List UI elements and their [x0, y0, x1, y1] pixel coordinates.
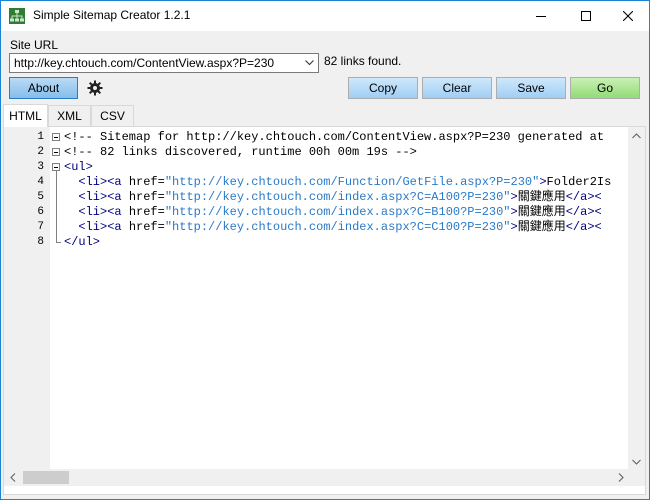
code-token-comment: <!-- Sitemap for http://key.chtouch.com/… [64, 130, 605, 144]
vertical-scrollbar[interactable] [628, 127, 645, 470]
code-token-str: "http://key.chtouch.com/index.aspx?C=C10… [164, 220, 511, 234]
maximize-button[interactable] [566, 1, 606, 31]
line-number: 8 [37, 236, 44, 248]
code-token-text: 關鍵應用 [517, 205, 566, 219]
scroll-down-icon[interactable] [628, 453, 645, 470]
code-token-tag: </ul> [64, 235, 101, 249]
go-button[interactable]: Go [570, 77, 640, 99]
minimize-icon [536, 16, 546, 17]
line-number-gutter: 1 2 3 4 5 6 7 8 [4, 127, 50, 470]
line-number: 1 [37, 131, 44, 143]
code-token-tag: <ul> [64, 160, 93, 174]
fold-end-marker [56, 242, 61, 243]
clear-button[interactable]: Clear [422, 77, 492, 99]
line-number: 3 [37, 161, 44, 173]
scroll-right-icon[interactable] [612, 469, 629, 486]
code-token-tag: <li><a [78, 175, 129, 189]
chevron-down-icon[interactable] [300, 54, 318, 72]
save-button[interactable]: Save [496, 77, 566, 99]
horizontal-scroll-thumb[interactable] [23, 471, 69, 484]
code-token-tag: > [510, 190, 518, 204]
code-token-str: "http://key.chtouch.com/Function/GetFile… [164, 175, 540, 189]
code-editor[interactable]: 1 2 3 4 5 6 7 8 <!-- Sitemap for http://key.cht… [3, 126, 646, 495]
code-token-attr: href= [128, 175, 165, 189]
fold-collapse-icon[interactable] [52, 148, 60, 156]
code-line: <li><a href="http://key.chtouch.com/inde… [64, 190, 602, 205]
scrollbar-corner [628, 469, 645, 486]
horizontal-scrollbar[interactable] [4, 469, 629, 486]
scroll-up-icon[interactable] [628, 127, 645, 144]
code-token-attr: href= [128, 205, 165, 219]
scroll-left-icon[interactable] [4, 469, 21, 486]
code-line: <li><a href="http://key.chtouch.com/inde… [64, 220, 602, 235]
code-token-text: Folder2Is [546, 175, 612, 189]
fold-collapse-icon[interactable] [52, 163, 60, 171]
site-url-value[interactable]: http://key.chtouch.com/ContentView.aspx?… [14, 56, 274, 70]
app-window: Simple Sitemap Creator 1.2.1 Site URL ht… [0, 0, 650, 500]
line-number: 2 [37, 146, 44, 158]
code-line: </ul> [64, 235, 100, 250]
site-url-label: Site URL [10, 38, 59, 52]
code-token-text: 關鍵應用 [517, 190, 566, 204]
fold-collapse-icon[interactable] [52, 133, 60, 141]
code-token-tag: > [510, 220, 518, 234]
code-token-tag: <li><a [78, 190, 129, 204]
copy-button[interactable]: Copy [348, 77, 418, 99]
code-token-tag: > [510, 205, 518, 219]
minimize-button[interactable] [521, 1, 561, 31]
line-number: 4 [37, 176, 44, 188]
about-button[interactable]: About [9, 77, 78, 99]
code-line: <li><a href="http://key.chtouch.com/inde… [64, 205, 602, 220]
code-text-area[interactable]: <!-- Sitemap for http://key.chtouch.com/… [62, 127, 629, 470]
code-token-text: 關鍵應用 [517, 220, 566, 234]
code-token-str: "http://key.chtouch.com/index.aspx?C=B10… [164, 205, 511, 219]
code-token-tag: <li><a [78, 205, 129, 219]
gear-icon[interactable] [86, 79, 104, 97]
maximize-icon [581, 11, 591, 21]
code-token-tag: </a>< [565, 220, 602, 234]
code-token-attr: href= [128, 220, 165, 234]
tab-csv[interactable]: CSV [91, 105, 134, 126]
site-url-input[interactable]: http://key.chtouch.com/ContentView.aspx?… [9, 53, 319, 73]
code-token-tag: </a>< [565, 205, 602, 219]
code-token-attr: href= [128, 190, 165, 204]
code-line: <!-- Sitemap for http://key.chtouch.com/… [64, 130, 604, 145]
code-line: <li><a href="http://key.chtouch.com/Func… [64, 175, 611, 190]
close-icon [623, 11, 633, 21]
code-line: <!-- 82 links discovered, runtime 00h 00… [64, 145, 417, 160]
line-number: 5 [37, 191, 44, 203]
code-token-str: "http://key.chtouch.com/index.aspx?C=A10… [164, 190, 511, 204]
tab-html[interactable]: HTML [3, 104, 48, 127]
tab-xml[interactable]: XML [48, 105, 91, 126]
close-button[interactable] [608, 1, 648, 31]
code-token-tag: > [539, 175, 547, 189]
window-title: Simple Sitemap Creator 1.2.1 [33, 8, 191, 22]
code-token-tag: </a>< [565, 190, 602, 204]
fold-guide [56, 171, 57, 243]
links-found-status: 82 links found. [324, 54, 402, 68]
sitemap-app-icon [9, 8, 25, 24]
code-token-tag: <li><a [78, 220, 129, 234]
code-line: <ul> [64, 160, 93, 175]
line-number: 7 [37, 221, 44, 233]
title-bar[interactable]: Simple Sitemap Creator 1.2.1 [1, 1, 649, 31]
code-token-comment: <!-- 82 links discovered, runtime 00h 00… [64, 145, 417, 159]
line-number: 6 [37, 206, 44, 218]
